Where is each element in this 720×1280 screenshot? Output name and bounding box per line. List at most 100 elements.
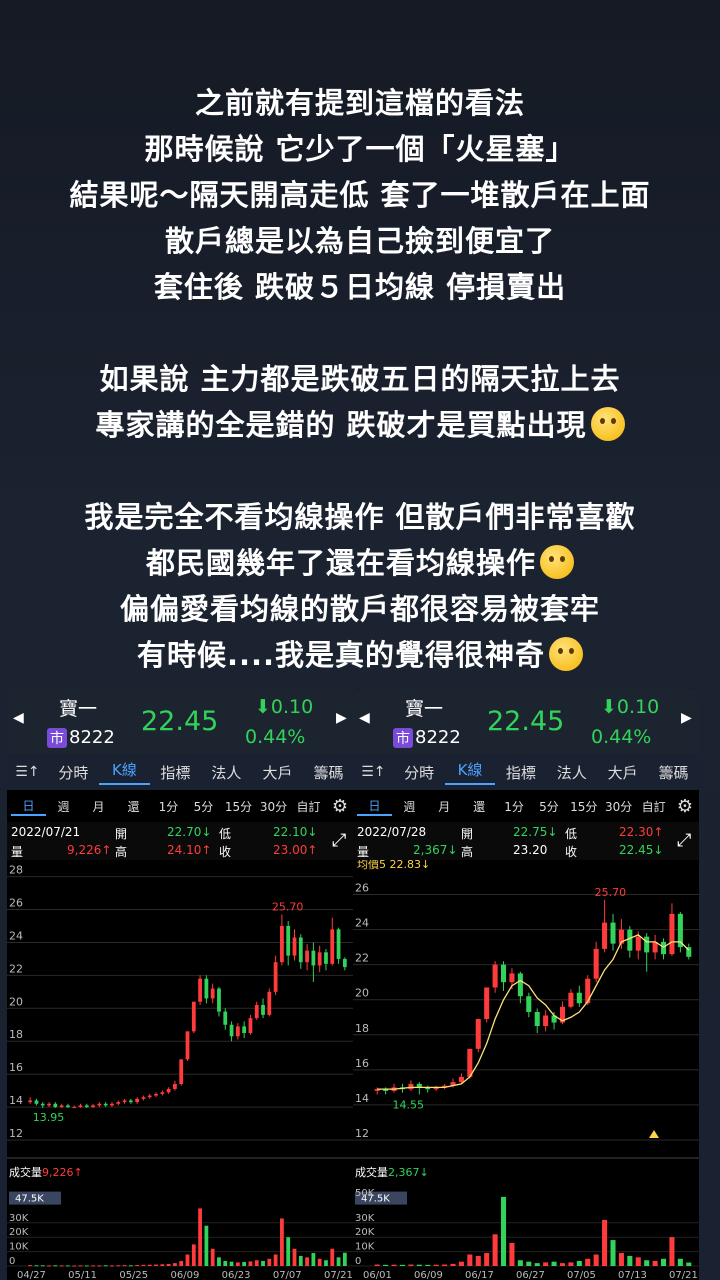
volume-title: 成交量2,367↓ [355,1165,429,1179]
volume-bar [154,1264,158,1266]
candle-body [173,1084,177,1089]
y-tick-label: 22 [355,952,369,965]
low-value: 22.10↓ [273,825,318,839]
tab-4[interactable]: 大戶 [597,762,648,783]
candle-body [122,1100,127,1103]
tab-4[interactable]: 大戶 [252,762,303,783]
tab-1[interactable]: K線 [444,759,496,785]
volume-bar [501,1196,507,1266]
view-tabs: ☰↑ 分時 K線 指標 法人 大戶 籌碼 [7,754,354,790]
prev-stock-arrow-icon[interactable]: ◀ [359,710,370,726]
volume-max-badge-text: 47.5K [15,1194,44,1205]
candle-body [53,1103,58,1108]
candle-body [311,950,316,966]
volume-bar [669,1237,675,1266]
period-0[interactable]: 日 [11,797,46,816]
period-4[interactable]: 1分 [151,798,186,815]
period-7[interactable]: 30分 [256,798,291,815]
period-7[interactable]: 30分 [601,798,636,815]
period-2[interactable]: 月 [427,798,462,815]
tab-2[interactable]: 指標 [495,762,546,783]
period-5[interactable]: 5分 [531,798,566,815]
next-stock-arrow-icon[interactable]: ▶ [681,710,692,726]
candle-body [84,1105,89,1108]
period-8[interactable]: 自訂 [636,798,671,815]
volume-value: 2,367↓ [413,843,458,857]
volume-bar [551,1261,557,1266]
caption-text: 之前就有提到這檔的看法 [194,86,525,120]
ma5-line [377,934,690,1090]
candle-body [185,1031,190,1060]
x-tick-label: 07/07 [273,1270,302,1280]
period-3[interactable]: 還 [462,798,497,815]
y-tick-label: 16 [355,1057,369,1070]
candle-body [585,978,591,1004]
sort-icon[interactable]: ☰↑ [353,764,394,780]
period-6[interactable]: 15分 [566,798,601,815]
y-tick-label: 12 [355,1127,369,1140]
tab-1[interactable]: K線 [98,759,150,785]
tab-0[interactable]: 分時 [48,762,99,783]
candle-body [324,952,328,964]
period-5[interactable]: 5分 [186,798,221,815]
close-value: 22.45↓ [619,843,664,857]
kline-chart[interactable]: 均價5 22.83↓262422201816141225.7014.55成交量2… [353,860,699,1280]
volume-bar [217,1257,221,1266]
volume-bar [292,1248,297,1266]
settings-gear-icon[interactable]: ⚙ [326,796,354,817]
volume-label: 量 [357,845,370,859]
tab-3[interactable]: 法人 [546,762,597,783]
tab-5[interactable]: 籌碼 [303,762,354,783]
period-4[interactable]: 1分 [497,798,532,815]
candle-body [103,1103,108,1106]
candle-body [229,1024,234,1037]
volume-bar [686,1262,692,1266]
prev-stock-arrow-icon[interactable]: ◀ [13,710,24,726]
volume-bar [492,1234,498,1266]
fullscreen-icon[interactable]: ⤢ [332,830,346,851]
caption-text: 偏偏愛看均線的散戶都很容易被套牢 [119,592,600,626]
volume-y-tick: 20K [9,1227,29,1238]
tab-2[interactable]: 指標 [150,762,201,783]
x-tick-label: 06/09 [414,1270,443,1280]
volume-bar [324,1260,328,1266]
next-stock-arrow-icon[interactable]: ▶ [336,710,347,726]
period-2[interactable]: 月 [81,798,116,815]
candle-body [160,1092,165,1094]
kline-chart[interactable]: 28 26 24 22 20 18 16 14 12 25.70 13.95 成交量9,226↑ 47.… [7,860,354,1280]
volume-bar [559,1263,565,1266]
last-price: 22.45 [141,706,219,737]
ma5-label: 均價5 22.83↓ [357,860,430,871]
rofl-emoji [540,545,574,579]
caption-text: 如果說 主力都是跌破五日的隔天拉上去 [99,362,621,396]
volume-y-tick: 10K [355,1242,375,1253]
caption-text: 專家講的全是錯的 跌破才是買點出現 [95,408,587,442]
sort-icon[interactable]: ☰↑ [7,764,48,780]
close-label: 收 [565,845,578,859]
period-6[interactable]: 15分 [221,798,256,815]
candle-body [305,950,309,963]
period-1[interactable]: 週 [392,798,427,815]
trade-date: 2022/07/28 [357,825,427,839]
fullscreen-icon[interactable]: ⤢ [677,830,691,851]
candle-body [166,1088,171,1093]
volume-bar [458,1261,464,1266]
tab-3[interactable]: 法人 [201,762,252,783]
period-1[interactable]: 週 [46,798,81,815]
volume-bar [97,1265,102,1267]
volume-bar [399,1264,405,1266]
volume-bar [467,1254,473,1266]
tab-0[interactable]: 分時 [394,762,445,783]
settings-gear-icon[interactable]: ⚙ [671,796,699,817]
volume-bar [40,1265,45,1267]
volume-bar [84,1265,89,1267]
tab-5[interactable]: 籌碼 [648,762,699,783]
period-3[interactable]: 還 [116,798,151,815]
period-0[interactable]: 日 [357,797,392,816]
low-label: 低 [565,827,578,841]
period-8[interactable]: 自訂 [291,798,326,815]
candle-body [198,978,202,1002]
caption-line: 偏偏愛看均線的散戶都很容易被套牢 [0,586,720,632]
candle-body [267,991,272,1015]
